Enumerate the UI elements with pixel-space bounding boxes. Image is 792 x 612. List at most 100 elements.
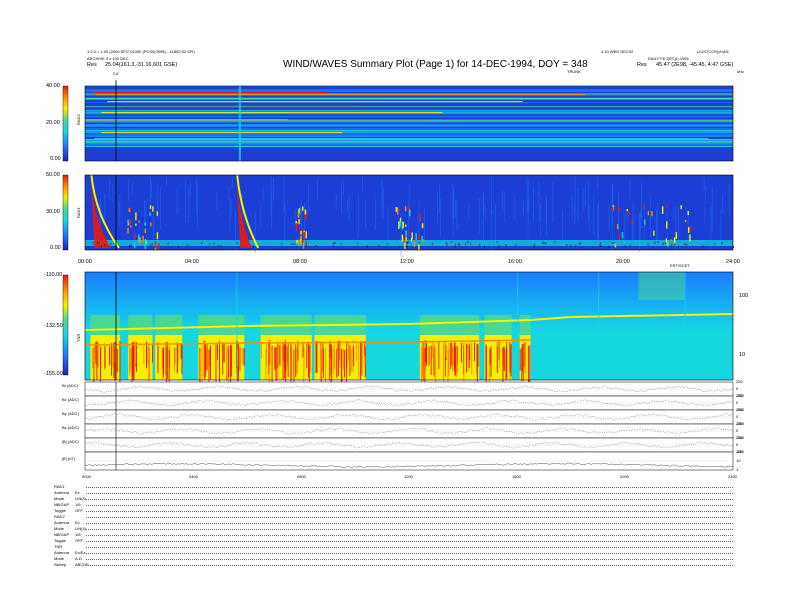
rad1-cluster xyxy=(138,220,140,223)
rad1-streak xyxy=(629,178,631,200)
rad1-streak xyxy=(424,208,425,244)
rad2-band xyxy=(94,138,709,140)
rad2-band xyxy=(85,119,288,121)
tnr-activity-hot xyxy=(422,348,424,381)
rad1-cluster xyxy=(133,241,136,249)
tnr-activity-hot xyxy=(349,345,351,376)
rad1-streak xyxy=(348,194,350,223)
rad1-streak xyxy=(104,193,106,224)
rad1-streak xyxy=(593,194,595,236)
rad1-streak xyxy=(283,176,285,212)
rad1-streak xyxy=(166,177,168,188)
rad1-cluster xyxy=(666,221,668,229)
tnr-activity-hot xyxy=(222,342,224,375)
rad1-streak xyxy=(160,187,161,230)
rad1-cluster xyxy=(158,243,160,250)
tnr-activity-hot xyxy=(165,341,167,375)
rad1-gap xyxy=(217,244,219,247)
rad1-cluster xyxy=(395,206,397,212)
rad2-band xyxy=(85,98,733,100)
rad1-cluster xyxy=(149,205,152,210)
rad1-streak xyxy=(571,195,573,220)
rad1-streak xyxy=(112,184,114,202)
rad1-cluster xyxy=(303,231,306,239)
rad1-gap xyxy=(685,243,687,246)
tnr-activity-hot xyxy=(131,342,133,374)
tnr-activity-hot xyxy=(104,346,106,369)
rad1-streak xyxy=(185,180,186,224)
rad1-cluster xyxy=(631,219,633,224)
tnr-activity-hot xyxy=(456,345,458,378)
rad1-streak xyxy=(540,204,542,236)
rad1-cluster xyxy=(304,209,307,215)
rad1-streak xyxy=(260,202,262,228)
rad1-gap xyxy=(579,242,581,245)
tnr-activity-hot xyxy=(450,342,452,370)
tnr-activity-hot xyxy=(444,340,446,357)
tnr-activity-hot xyxy=(421,347,423,387)
rad1-gap xyxy=(450,241,452,244)
rad1-gap xyxy=(88,245,90,248)
tnr-activity-hot xyxy=(145,341,147,369)
tnr-activity-hot xyxy=(360,342,362,380)
rad1-cluster xyxy=(302,206,304,211)
rad1-streak xyxy=(127,178,129,201)
rad1-gap xyxy=(356,242,358,245)
rad1-gap xyxy=(110,243,112,246)
rad1-gap xyxy=(100,245,102,248)
tnr-activity-hot xyxy=(161,347,163,370)
rad1-streak xyxy=(357,193,359,239)
rad1-streak xyxy=(526,176,528,212)
tnr-activity-hot xyxy=(339,340,341,368)
rad1-streak xyxy=(468,205,470,220)
rad1-streak xyxy=(532,186,534,222)
rad1-cluster xyxy=(405,230,407,237)
tnr-activity-hot xyxy=(498,341,500,360)
magnetometer-panels xyxy=(84,381,734,471)
rad1-streak xyxy=(577,187,579,220)
tnr-activity-hot xyxy=(241,348,243,365)
tnr-activity-hot xyxy=(279,345,281,364)
rad1-cluster xyxy=(305,241,308,245)
rad1-gap xyxy=(332,244,334,247)
rad1-gap xyxy=(399,245,401,248)
rad1-gap xyxy=(366,245,368,248)
rad1-streak xyxy=(152,211,154,240)
rad2-band xyxy=(85,89,733,91)
rad1-colorbar xyxy=(62,174,69,251)
tnr-activity-hot xyxy=(277,341,279,369)
tnr-activity-hot xyxy=(143,344,145,365)
rad1-cluster xyxy=(644,219,646,225)
tnr-activity-hot xyxy=(474,342,475,362)
rad1-streak xyxy=(673,206,675,218)
rad1-streak xyxy=(316,178,318,201)
tnr-activity-hot xyxy=(496,341,498,371)
rad1-cluster xyxy=(687,210,689,216)
rad1-cluster xyxy=(128,208,131,212)
tnr-activity-hot xyxy=(268,344,270,373)
rad1-streak xyxy=(229,199,231,232)
rad1-streak xyxy=(626,209,628,222)
tnr-activity-hot xyxy=(331,345,333,384)
tnr-activity-hot xyxy=(527,346,529,383)
rad1-cluster xyxy=(653,230,655,236)
rad1-streak xyxy=(574,175,576,215)
rad1-cluster xyxy=(135,223,137,226)
rad1-gap xyxy=(668,245,670,248)
rad1-cluster xyxy=(396,207,399,215)
rad1-cluster xyxy=(300,235,302,242)
rad2-band xyxy=(107,101,523,103)
rad1-cluster xyxy=(135,212,137,221)
tnr-activity-hot xyxy=(286,347,288,363)
rad2-band xyxy=(85,116,733,118)
rad2-band xyxy=(95,94,586,96)
rad1-gap xyxy=(291,243,293,246)
rad2-band xyxy=(91,92,327,94)
rad1-gap xyxy=(201,242,203,245)
rad1-streak xyxy=(272,177,274,201)
rad1-gap xyxy=(130,244,132,247)
rad1-cluster xyxy=(419,214,421,222)
tnr-activity-hot xyxy=(433,346,435,376)
rad1-streak xyxy=(711,186,713,232)
rad2-band xyxy=(85,143,733,146)
